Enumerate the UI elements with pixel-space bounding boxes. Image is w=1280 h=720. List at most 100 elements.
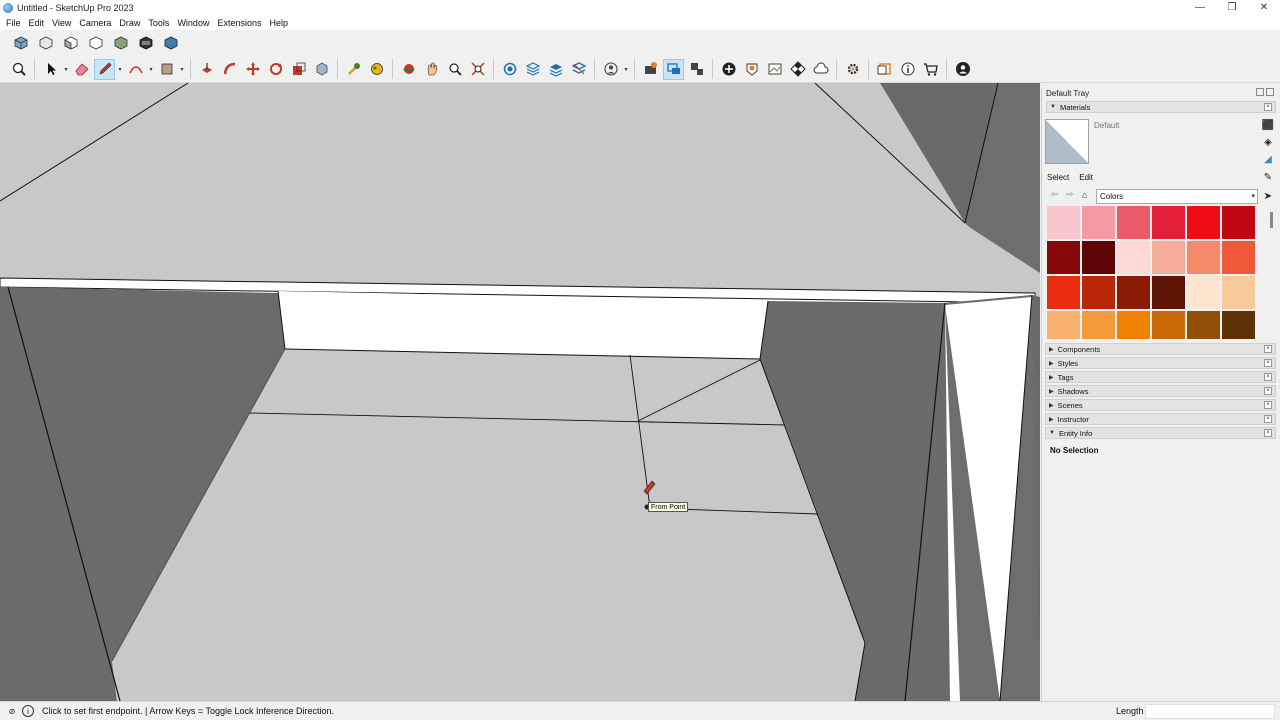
scale-icon[interactable] — [288, 59, 309, 80]
component-icon[interactable] — [663, 58, 684, 80]
drawing-viewport[interactable]: From Point — [0, 83, 1040, 701]
chevron-down-icon[interactable]: ▾ — [623, 59, 629, 80]
color-swatch[interactable] — [1222, 276, 1255, 309]
minimize-button[interactable]: — — [1184, 0, 1216, 15]
close-icon[interactable]: × — [1264, 429, 1272, 437]
extension-icon[interactable] — [686, 59, 707, 80]
color-swatch[interactable] — [1047, 311, 1080, 339]
info-icon[interactable]: i — [22, 705, 34, 717]
color-swatch[interactable] — [1047, 206, 1080, 239]
menu-file[interactable]: File — [2, 18, 25, 28]
back-view-icon[interactable] — [110, 33, 131, 54]
close-icon[interactable]: × — [1264, 415, 1272, 423]
color-swatch[interactable] — [1222, 241, 1255, 274]
account-icon[interactable] — [600, 59, 621, 80]
layout-icon[interactable] — [874, 59, 895, 80]
menu-camera[interactable]: Camera — [75, 18, 115, 28]
layers-icon[interactable] — [522, 59, 543, 80]
rectangle-icon[interactable] — [156, 59, 177, 80]
tape-measure-icon[interactable] — [343, 59, 364, 80]
pencil-icon[interactable] — [94, 58, 115, 80]
color-swatch[interactable] — [1152, 241, 1185, 274]
menu-edit[interactable]: Edit — [25, 18, 49, 28]
checker-icon[interactable] — [787, 59, 808, 80]
warehouse-icon[interactable] — [640, 59, 661, 80]
color-swatch[interactable] — [1152, 311, 1185, 339]
forward-arrow-icon[interactable]: ⇨ — [1064, 189, 1075, 200]
info-icon[interactable] — [897, 59, 918, 80]
home-icon[interactable]: ⌂ — [1079, 189, 1090, 200]
menu-window[interactable]: Window — [173, 18, 213, 28]
color-swatch[interactable] — [1117, 206, 1150, 239]
close-icon[interactable]: × — [1264, 401, 1272, 409]
chevron-down-icon[interactable]: ▾ — [179, 59, 185, 80]
orbit-icon[interactable] — [398, 59, 419, 80]
display-secondary-icon[interactable]: ◈ — [1262, 136, 1274, 148]
tab-edit[interactable]: Edit — [1079, 173, 1093, 183]
chevron-down-icon[interactable]: ▾ — [117, 59, 123, 80]
color-swatch[interactable] — [1187, 241, 1220, 274]
profile-icon[interactable] — [952, 59, 973, 80]
menu-draw[interactable]: Draw — [115, 18, 144, 28]
left-view-icon[interactable] — [135, 33, 156, 54]
close-icon[interactable]: × — [1264, 103, 1272, 111]
move-icon[interactable] — [242, 59, 263, 80]
chevron-down-icon[interactable]: ▾ — [63, 59, 69, 80]
rotate-icon[interactable] — [265, 59, 286, 80]
close-icon[interactable]: × — [1264, 373, 1272, 381]
color-swatch[interactable] — [1187, 276, 1220, 309]
menu-extensions[interactable]: Extensions — [213, 18, 265, 28]
chevron-down-icon[interactable]: ▾ — [148, 59, 154, 80]
color-swatch[interactable] — [1222, 206, 1255, 239]
color-swatch[interactable] — [1082, 311, 1115, 339]
bottom-view-icon[interactable] — [160, 33, 181, 54]
section-plane-icon[interactable] — [499, 59, 520, 80]
sandbox-icon[interactable] — [568, 59, 589, 80]
paint-bucket-icon[interactable] — [366, 59, 387, 80]
eyedropper-icon[interactable]: ✎ — [1262, 171, 1274, 183]
panel-tags[interactable]: ▶ Tags × — [1045, 371, 1276, 383]
color-swatch[interactable] — [1152, 276, 1185, 309]
panel-styles[interactable]: ▶ Styles × — [1045, 357, 1276, 369]
swatch-scrollbar[interactable] — [1270, 212, 1273, 228]
add-location-icon[interactable] — [718, 59, 739, 80]
color-swatch[interactable] — [1047, 276, 1080, 309]
cart-icon[interactable] — [920, 59, 941, 80]
panel-materials[interactable]: ▼ Materials × — [1046, 101, 1276, 113]
color-swatch[interactable] — [1047, 241, 1080, 274]
details-arrow-icon[interactable]: ➤ — [1262, 190, 1274, 202]
select-icon[interactable] — [40, 59, 61, 80]
material-preview[interactable] — [1045, 119, 1089, 164]
close-icon[interactable]: × — [1264, 345, 1272, 353]
arc-icon[interactable] — [125, 59, 146, 80]
close-icon[interactable]: × — [1264, 387, 1272, 395]
panel-instructor[interactable]: ▶ Instructor × — [1045, 413, 1276, 425]
color-swatch[interactable] — [1117, 276, 1150, 309]
create-material-icon[interactable]: ⬛ — [1262, 119, 1274, 131]
zoom-icon[interactable] — [8, 59, 29, 80]
front-view-icon[interactable] — [60, 33, 81, 54]
zoom-extents-icon[interactable] — [467, 59, 488, 80]
eraser-icon[interactable] — [71, 59, 92, 80]
menu-view[interactable]: View — [48, 18, 75, 28]
pan-icon[interactable] — [421, 59, 442, 80]
maximize-button[interactable]: ❐ — [1216, 0, 1248, 15]
tab-select[interactable]: Select — [1047, 173, 1070, 183]
push-pull-icon[interactable] — [196, 59, 217, 80]
color-swatch[interactable] — [1117, 241, 1150, 274]
color-swatch[interactable] — [1082, 206, 1115, 239]
stack-icon[interactable] — [545, 59, 566, 80]
default-material-icon[interactable]: ◢ — [1262, 153, 1274, 165]
photo-texture-icon[interactable] — [764, 59, 785, 80]
pin-icon[interactable] — [1256, 88, 1264, 96]
top-view-icon[interactable] — [35, 33, 56, 54]
color-swatch[interactable] — [1082, 276, 1115, 309]
offset-icon[interactable] — [311, 59, 332, 80]
menu-tools[interactable]: Tools — [144, 18, 173, 28]
geo-location-icon[interactable] — [741, 59, 762, 80]
color-swatch[interactable] — [1082, 241, 1115, 274]
geo-status-icon[interactable]: ⊘ — [6, 705, 18, 717]
follow-me-icon[interactable] — [219, 59, 240, 80]
gear-icon[interactable] — [842, 59, 863, 80]
panel-components[interactable]: ▶ Components × — [1045, 343, 1276, 355]
